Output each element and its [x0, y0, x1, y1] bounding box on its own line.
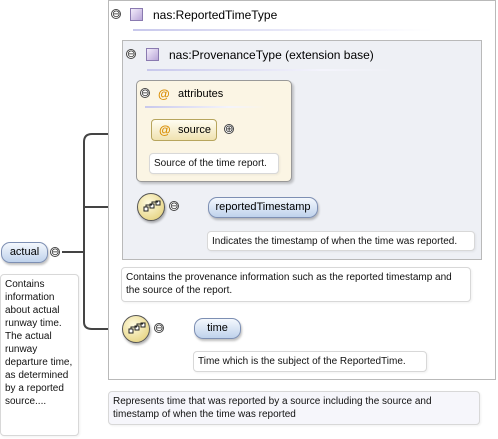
attribute-at-icon: @: [159, 123, 171, 137]
provenance-type-collapse-toggle[interactable]: ⊖: [126, 49, 136, 60]
type-header-rule: [133, 29, 433, 31]
reported-timestamp-doc: Indicates the timestamp of when the time…: [207, 231, 475, 251]
time-doc: Time which is the subject of the Reporte…: [193, 351, 427, 372]
actual-element[interactable]: actual: [1, 242, 48, 263]
actual-element-doc: Contains information about actual runway…: [0, 274, 79, 436]
reported-time-sequence-icon: [122, 315, 150, 343]
attributes-collapse-toggle[interactable]: ⊖: [140, 88, 150, 99]
attributes-label: attributes: [178, 88, 224, 100]
source-attribute-doc: Source of the time report.: [149, 153, 279, 174]
extension-type-icon: [146, 48, 159, 61]
source-attribute[interactable]: @ source: [151, 119, 217, 141]
reported-time-sequence-collapse-toggle[interactable]: ⊖: [154, 323, 164, 334]
provenance-type-doc: Contains the provenance information such…: [121, 267, 471, 302]
attributes-at-icon: @: [158, 87, 170, 101]
complex-type-icon: [130, 8, 143, 21]
source-expand-toggle[interactable]: ⊕: [224, 124, 234, 135]
provenance-type-label: nas:ProvenanceType (extension base): [169, 48, 374, 62]
extension-header-rule: [147, 69, 397, 71]
actual-collapse-toggle[interactable]: ⊖: [50, 247, 60, 258]
reported-time-type-label: nas:ReportedTimeType: [153, 8, 278, 22]
reported-time-type-collapse-toggle[interactable]: ⊖: [111, 9, 121, 20]
reported-timestamp-element[interactable]: reportedTimestamp: [208, 197, 318, 218]
reported-time-type-doc: Represents time that was reported by a s…: [108, 391, 480, 425]
time-element[interactable]: time: [194, 318, 241, 339]
source-attribute-label: source: [178, 124, 212, 136]
provenance-sequence-collapse-toggle[interactable]: ⊖: [169, 201, 179, 212]
attributes-header-rule: [145, 106, 265, 108]
provenance-sequence-icon: [137, 193, 165, 221]
